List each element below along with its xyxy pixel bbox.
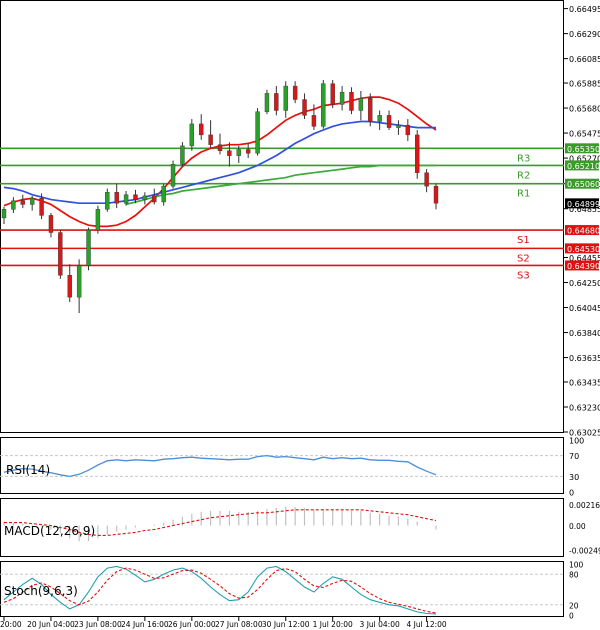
level-price-tag-text: 0.64390 [567,262,600,271]
price-axis-tags: 0.65350 0.65210 0.65060 0.64680 0.64530 0.643… [565,143,600,271]
candle-body [95,209,101,231]
y-tick-label: 0.65680 [569,105,600,114]
y-tick-label: 0.65885 [569,80,600,89]
candle-body [39,198,44,216]
candle-body [255,111,260,154]
candle-body [1,209,7,219]
y-tick-label: 0.63435 [569,378,600,387]
time-tick-label: 20 Jun 04:00 [27,620,75,629]
stoch-tick-label: 0 [569,612,574,621]
level-label-s3: S3 [517,270,530,281]
candle-body [76,265,82,298]
rsi-tick-label: 30 [569,473,579,482]
level-price-tag-text: 0.65350 [567,145,600,154]
time-tick-label: 1 Jul 20:00 [313,620,353,629]
candle-body [415,134,420,173]
candle-body [396,124,401,128]
candle-body [29,198,35,205]
macd-tick-label: 0.00 [569,522,586,531]
candle-body [217,144,223,151]
macd-title: MACD(12,26,9) [4,524,95,538]
candle-body [142,195,148,200]
level-price-tag-text: 0.65060 [567,180,600,189]
rsi-tick-label: 0 [569,489,574,498]
y-tick-label: 0.65475 [569,130,600,139]
time-tick-label: 24 Jun 16:00 [121,620,169,629]
candle-body [386,115,392,128]
level-price-tag-text: 0.64680 [567,227,600,236]
candle-body [86,229,91,266]
candle-body [424,172,429,187]
candle-body [236,149,241,156]
level-label-s2: S2 [517,253,530,264]
candle-body [114,192,119,204]
candle-body [433,185,439,204]
stoch-tick-label: 20 [569,601,579,610]
time-tick-label: 27 Jun 08:00 [215,620,263,629]
time-tick-label: 4 Jul 12:00 [407,620,447,629]
candle-body [227,150,232,156]
candle-body [321,83,326,127]
level-label-r2: R2 [517,170,530,181]
time-tick-label: 23 Jun 08:00 [74,620,122,629]
candle-body [180,145,185,165]
rsi-tick-label: 100 [569,437,584,446]
y-tick-label: 0.63840 [569,329,600,338]
y-tick-label: 0.66495 [569,5,600,14]
candle-body [245,149,251,154]
candle-body [152,195,157,203]
current-price-tag-text: 0.64899 [567,200,600,209]
candle-body [67,275,72,298]
candle-body [377,115,382,122]
y-tick-label: 0.66290 [569,30,600,39]
candle-body [330,83,335,105]
candle-body [368,98,373,122]
candle-body [292,85,298,100]
time-tick-label: 30 Jun 12:00 [262,620,310,629]
time-tick-label: 26 Jun 00:00 [168,620,216,629]
candle-body [274,93,279,111]
level-label-r1: R1 [517,189,530,200]
candle-body [208,134,213,145]
level-label-s1: S1 [517,235,530,246]
candle-body [339,91,345,105]
candle-body [105,192,110,210]
candle-body [123,194,129,204]
candle-body [264,93,270,112]
candle-body [11,200,16,210]
candle-body [161,185,166,203]
candle-body [48,215,54,233]
macd-tick-label: -0.002497 [569,547,600,556]
level-price-tag-text: 0.64530 [567,245,600,254]
stoch-tick-label: 100 [569,561,584,570]
chart-canvas: 0.66495 0.66290 0.66085 0.65885 0.65680 0.654… [0,0,600,630]
candle-body [349,91,354,111]
candle-body [302,99,307,116]
candle-body [283,85,288,111]
candle-body [189,123,195,147]
candle-body [199,123,204,136]
rsi-tick-label: 70 [569,452,579,461]
macd-tick-label: 0.002164 [569,501,600,510]
candle-body [133,194,138,200]
y-tick-label: 0.64045 [569,304,600,313]
level-label-r3: R3 [517,153,530,164]
candle-body [20,200,25,205]
y-tick-label: 0.63230 [569,403,600,412]
time-tick-label: 20:00 [0,620,22,629]
candle-body [405,124,411,136]
candle-body [358,98,364,111]
y-tick-label: 0.63635 [569,354,600,363]
candle-body [170,163,176,187]
candle-body [311,115,317,127]
stoch-title: Stoch(9,6,3) [4,584,78,598]
level-price-tag-text: 0.65210 [567,162,600,171]
rsi-title: RSI(14) [6,463,50,477]
time-tick-label: 3 Jul 04:00 [360,620,400,629]
y-tick-label: 0.64250 [569,279,600,288]
candle-body [58,232,63,276]
y-tick-label: 0.66085 [569,55,600,64]
stoch-tick-label: 80 [569,571,579,580]
